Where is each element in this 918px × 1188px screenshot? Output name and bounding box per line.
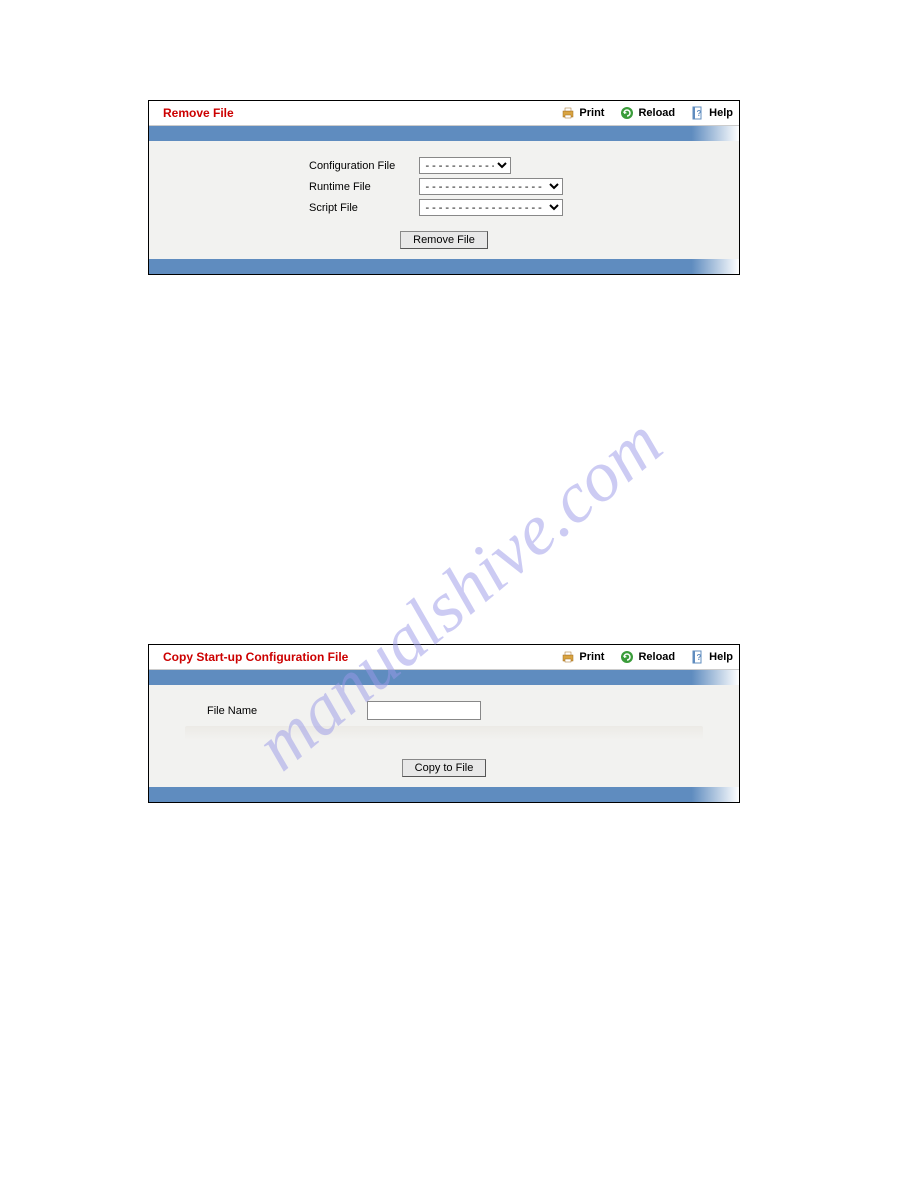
button-row: Copy to File — [149, 758, 739, 777]
help-link[interactable]: ? Help — [691, 106, 733, 120]
print-icon — [561, 650, 575, 664]
print-icon — [561, 106, 575, 120]
blue-bar-top — [149, 670, 739, 685]
copy-startup-panel: Copy Start-up Configuration File Print R… — [148, 644, 740, 803]
help-icon: ? — [691, 106, 705, 120]
panel-header: Copy Start-up Configuration File Print R… — [149, 645, 739, 670]
help-label: Help — [709, 107, 733, 119]
remove-file-panel: Remove File Print Reload ? Help Configur… — [148, 100, 740, 275]
reload-link[interactable]: Reload — [620, 650, 675, 664]
help-icon: ? — [691, 650, 705, 664]
reload-label: Reload — [638, 651, 675, 663]
script-file-select[interactable]: ------------------ — [419, 199, 563, 216]
reload-label: Reload — [638, 107, 675, 119]
file-name-input[interactable] — [367, 701, 481, 720]
blue-bar-top — [149, 126, 739, 141]
reload-link[interactable]: Reload — [620, 106, 675, 120]
reload-icon — [620, 650, 634, 664]
runtime-file-row: Runtime File ------------------ — [149, 178, 739, 195]
runtime-file-select[interactable]: ------------------ — [419, 178, 563, 195]
panel-body: File Name Copy to File — [149, 685, 739, 787]
runtime-file-label: Runtime File — [309, 181, 419, 193]
file-name-row: File Name — [149, 697, 739, 724]
script-file-row: Script File ------------------ — [149, 199, 739, 216]
help-link[interactable]: ? Help — [691, 650, 733, 664]
panel-title: Remove File — [163, 106, 545, 120]
panel-title: Copy Start-up Configuration File — [163, 650, 545, 664]
script-file-label: Script File — [309, 202, 419, 214]
print-link[interactable]: Print — [561, 650, 604, 664]
copy-to-file-button[interactable]: Copy to File — [402, 759, 487, 777]
blue-bar-bottom — [149, 787, 739, 802]
panel-header: Remove File Print Reload ? Help — [149, 101, 739, 126]
svg-text:?: ? — [697, 109, 702, 118]
config-file-row: Configuration File ------------------ — [149, 157, 739, 174]
help-label: Help — [709, 651, 733, 663]
file-name-label: File Name — [207, 705, 367, 717]
print-label: Print — [579, 651, 604, 663]
svg-text:?: ? — [697, 653, 702, 662]
button-row: Remove File — [149, 230, 739, 249]
reload-icon — [620, 106, 634, 120]
remove-file-button[interactable]: Remove File — [400, 231, 488, 249]
shade-row — [185, 726, 703, 740]
blue-bar-bottom — [149, 259, 739, 274]
config-file-select[interactable]: ------------------ — [419, 157, 511, 174]
print-label: Print — [579, 107, 604, 119]
print-link[interactable]: Print — [561, 106, 604, 120]
panel-body: Configuration File ------------------ Ru… — [149, 141, 739, 259]
config-file-label: Configuration File — [309, 160, 419, 172]
